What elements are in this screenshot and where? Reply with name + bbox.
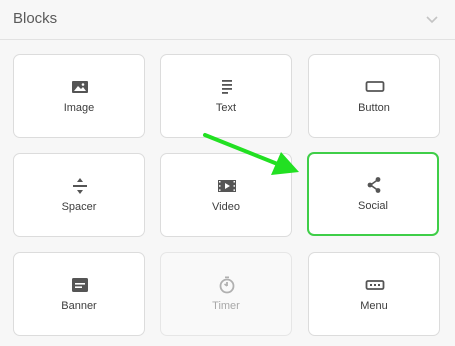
block-tile-timer: Timer xyxy=(160,252,292,336)
spacer-icon xyxy=(73,178,87,194)
block-label: Spacer xyxy=(61,201,97,213)
banner-icon xyxy=(72,278,88,292)
blocks-panel: Blocks Image Text Button Spacer Video So… xyxy=(0,0,455,346)
block-tile-banner[interactable]: Banner xyxy=(13,252,145,336)
menu-icon xyxy=(365,280,385,290)
block-label: Social xyxy=(358,200,388,212)
share-icon xyxy=(367,177,381,193)
chevron-down-icon[interactable] xyxy=(424,12,440,28)
block-label: Banner xyxy=(61,300,97,312)
timer-icon xyxy=(219,276,235,294)
block-label: Button xyxy=(358,102,390,114)
video-icon xyxy=(218,180,236,192)
button-rectangle-icon xyxy=(365,81,385,92)
block-label: Image xyxy=(63,102,95,114)
block-label: Menu xyxy=(360,300,388,312)
block-label: Video xyxy=(212,201,240,213)
block-tile-button[interactable]: Button xyxy=(308,54,440,138)
block-tile-text[interactable]: Text xyxy=(160,54,292,138)
text-lines-icon xyxy=(222,80,232,94)
panel-title: Blocks xyxy=(13,10,58,27)
panel-header[interactable]: Blocks xyxy=(0,0,455,40)
block-tile-image[interactable]: Image xyxy=(13,54,145,138)
block-tile-menu[interactable]: Menu xyxy=(308,252,440,336)
block-label: Text xyxy=(215,102,237,114)
block-tile-social[interactable]: Social xyxy=(307,152,439,236)
block-label: Timer xyxy=(212,300,240,312)
image-icon xyxy=(72,81,88,93)
block-tile-video[interactable]: Video xyxy=(160,153,292,237)
block-tile-spacer[interactable]: Spacer xyxy=(13,153,145,237)
